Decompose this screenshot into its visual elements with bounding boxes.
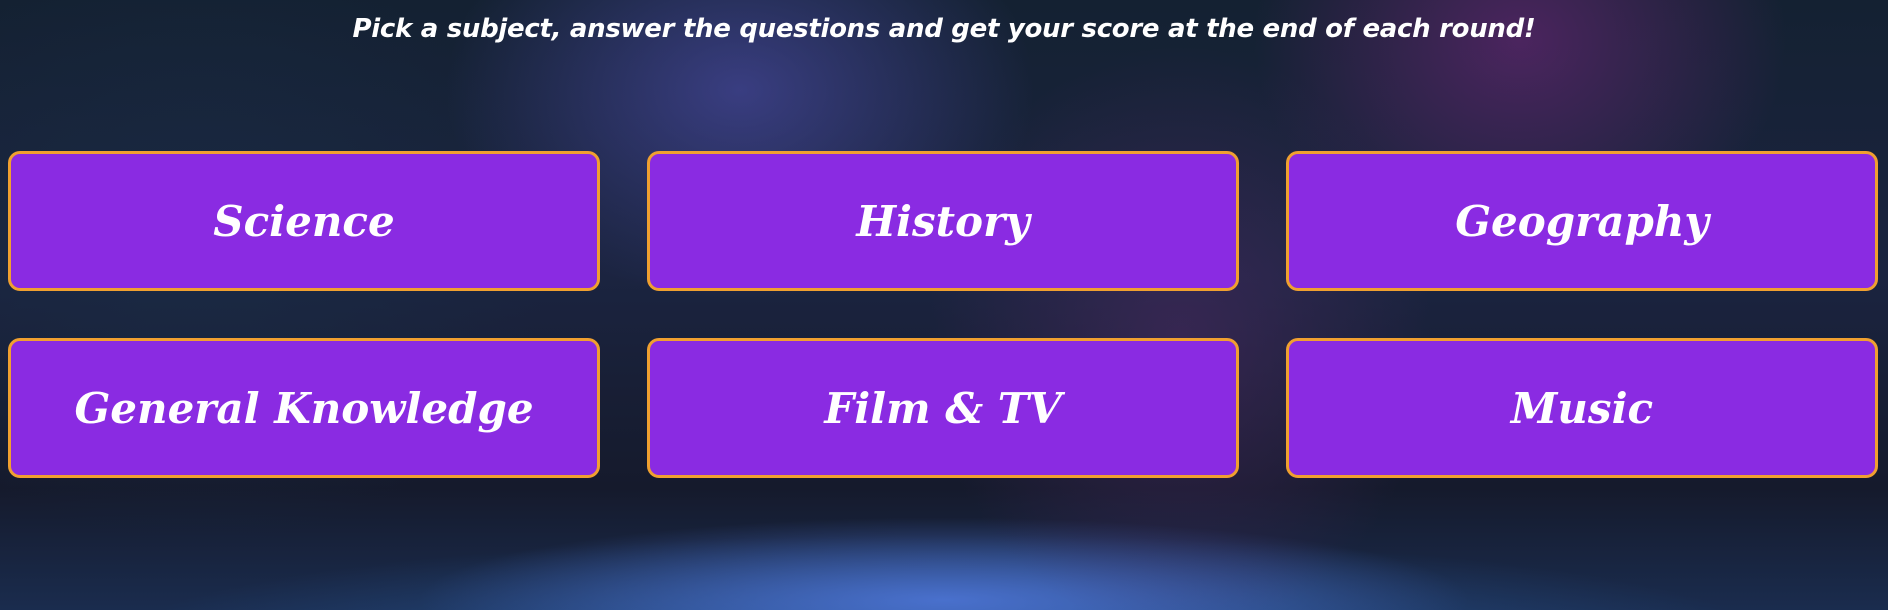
page-tagline: Pick a subject, answer the questions and… (352, 14, 1536, 44)
subject-button-film-tv[interactable]: Film & TV (647, 338, 1239, 478)
subject-button-science[interactable]: Science (8, 151, 600, 291)
subject-button-general-knowledge[interactable]: General Knowledge (8, 338, 600, 478)
subject-button-history[interactable]: History (647, 151, 1239, 291)
subject-button-geography[interactable]: Geography (1286, 151, 1878, 291)
subject-grid: Science History Geography General Knowle… (8, 151, 1878, 478)
subject-button-music[interactable]: Music (1286, 338, 1878, 478)
